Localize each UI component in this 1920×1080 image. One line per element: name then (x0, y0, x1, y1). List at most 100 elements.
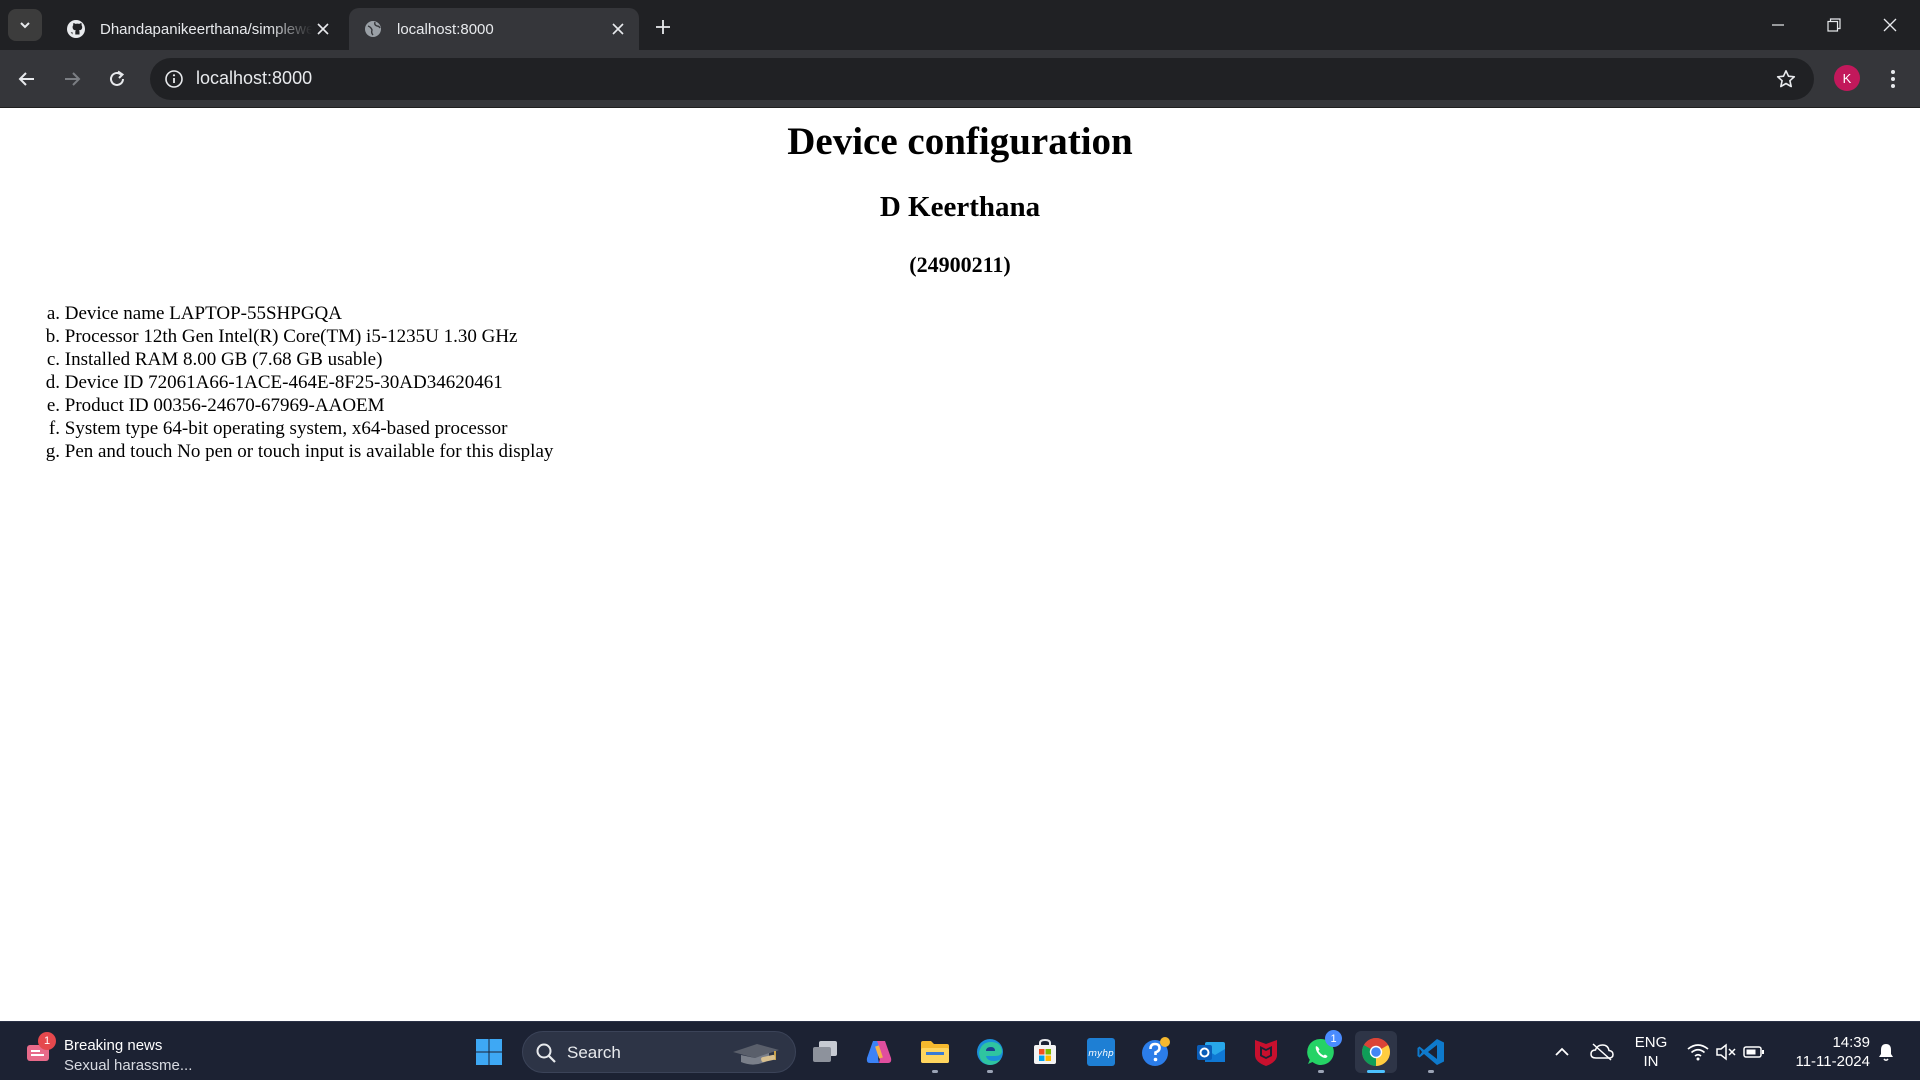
whatsapp-button[interactable]: 1 (1300, 1030, 1342, 1073)
windows-logo-icon (476, 1039, 502, 1065)
notification-badge: 1 (1325, 1030, 1342, 1047)
get-help-button[interactable] (1135, 1031, 1177, 1073)
battery-icon (1743, 1045, 1764, 1058)
news-subtitle: Sexual harassme... (64, 1057, 193, 1074)
globe-icon (363, 19, 383, 39)
list-marker: d. (45, 372, 60, 393)
notification-badge: 1 (38, 1032, 56, 1050)
outlook-button[interactable] (1190, 1031, 1232, 1073)
minimize-button[interactable] (1750, 0, 1806, 50)
url-text[interactable]: localhost:8000 (196, 68, 312, 89)
forward-button[interactable] (55, 62, 89, 96)
list-item: f. System type 64-bit operating system, … (40, 417, 553, 440)
more-vert-icon (1891, 70, 1895, 88)
tab-search-button[interactable] (8, 9, 42, 41)
microsoft-store-button[interactable] (1024, 1031, 1066, 1073)
reload-icon (110, 70, 125, 86)
list-marker: b. (45, 326, 60, 347)
copilot-button[interactable] (858, 1031, 900, 1073)
show-hidden-icons-button[interactable] (1548, 1022, 1576, 1080)
list-item: e. Product ID 00356-24670-67969-AAOEM (40, 394, 553, 417)
tab-localhost[interactable]: localhost:8000 (349, 8, 639, 50)
bell-icon (1879, 1043, 1893, 1061)
copilot-icon (866, 1041, 892, 1063)
running-indicator (1367, 1070, 1385, 1073)
system-clock[interactable]: 14:39 11-11-2024 (1776, 1033, 1870, 1071)
input-language-indicator[interactable]: ENG IN (1628, 1033, 1674, 1071)
page-content: Device configuration D Keerthana (249002… (0, 109, 1920, 1021)
onedrive-button[interactable] (1587, 1022, 1617, 1080)
list-item-text: Pen and touch No pen or touch input is a… (64, 441, 554, 462)
store-icon (1034, 1038, 1056, 1064)
battery-button[interactable] (1740, 1022, 1768, 1080)
tab-github[interactable]: Dhandapanikeerthana/simplewebsite (52, 8, 344, 50)
list-marker: f. (48, 418, 60, 439)
list-item: b. Processor 12th Gen Intel(R) Core(TM) … (40, 325, 553, 348)
news-widget[interactable]: 1 Breaking news Sexual harassme... (20, 1030, 220, 1074)
page-title: Device configuration (787, 120, 1133, 163)
list-item-text: Product ID 00356-24670-67969-AAOEM (64, 395, 385, 416)
help-icon (1142, 1037, 1170, 1066)
wifi-icon (1687, 1043, 1709, 1060)
vscode-button[interactable] (1410, 1031, 1452, 1073)
myhp-button[interactable]: myhp (1080, 1031, 1122, 1073)
start-button[interactable] (468, 1031, 510, 1073)
myhp-icon: myhp (1087, 1038, 1115, 1066)
restore-button[interactable] (1806, 0, 1862, 50)
browser-toolbar: localhost:8000 K (0, 50, 1920, 108)
minimize-icon (1772, 24, 1784, 26)
arrow-right-icon (65, 72, 81, 86)
list-item: a. Device name LAPTOP-55SHPGQA (40, 302, 553, 325)
close-icon[interactable] (312, 18, 334, 40)
close-icon[interactable] (607, 18, 629, 40)
list-item-text: System type 64-bit operating system, x64… (64, 418, 508, 439)
search-label: Search (567, 1043, 621, 1062)
clock-time: 14:39 (1832, 1034, 1870, 1051)
taskbar-search[interactable]: Search (522, 1031, 796, 1073)
close-window-button[interactable] (1862, 0, 1918, 50)
taskbar: 1 Breaking news Sexual harassme... Searc… (0, 1021, 1920, 1080)
list-marker: g. (45, 441, 60, 462)
myhp-label: myhp (1088, 1049, 1114, 1059)
list-item: g. Pen and touch No pen or touch input i… (40, 440, 554, 463)
folder-icon (921, 1041, 949, 1063)
bookmark-star-icon[interactable] (1774, 67, 1798, 91)
author-id: (24900211) (909, 252, 1011, 277)
tab-title: localhost:8000 (397, 20, 494, 38)
author-name: D Keerthana (879, 191, 1041, 223)
list-marker: e. (46, 395, 60, 416)
running-indicator (1318, 1070, 1324, 1073)
volume-button[interactable] (1712, 1022, 1740, 1080)
profile-avatar[interactable]: K (1834, 65, 1860, 91)
arrow-left-icon (18, 72, 34, 86)
back-button[interactable] (10, 62, 44, 96)
task-view-icon (813, 1041, 837, 1062)
language-code: ENG (1634, 1034, 1668, 1051)
new-tab-button[interactable] (648, 12, 678, 42)
address-bar[interactable]: localhost:8000 (150, 58, 1814, 100)
browser-menu-button[interactable] (1878, 62, 1908, 96)
device-spec-list: a. Device name LAPTOP-55SHPGQA b. Proces… (40, 302, 554, 463)
list-marker: a. (46, 303, 60, 324)
info-icon[interactable] (162, 67, 186, 91)
list-marker: c. (46, 349, 60, 370)
volume-muted-icon (1716, 1042, 1736, 1061)
browser-tab-bar: Dhandapanikeerthana/simplewebsite localh… (0, 0, 1920, 50)
plus-icon (656, 20, 670, 34)
task-view-button[interactable] (804, 1031, 846, 1073)
wifi-button[interactable] (1684, 1022, 1712, 1080)
chrome-button[interactable] (1355, 1031, 1397, 1073)
mcafee-button[interactable] (1245, 1031, 1287, 1073)
file-explorer-button[interactable] (914, 1031, 956, 1073)
tab-title: Dhandapanikeerthana/simplewebsite (100, 20, 312, 38)
running-indicator (987, 1070, 993, 1073)
chevron-down-icon (20, 22, 30, 29)
graduation-cap-icon (727, 1038, 783, 1068)
list-item-text: Installed RAM 8.00 GB (7.68 GB usable) (64, 349, 383, 370)
running-indicator (1428, 1070, 1434, 1073)
reload-button[interactable] (100, 62, 134, 96)
edge-icon (977, 1039, 1003, 1065)
notifications-button[interactable] (1872, 1022, 1900, 1080)
edge-button[interactable] (969, 1031, 1011, 1073)
close-icon (1883, 18, 1897, 32)
